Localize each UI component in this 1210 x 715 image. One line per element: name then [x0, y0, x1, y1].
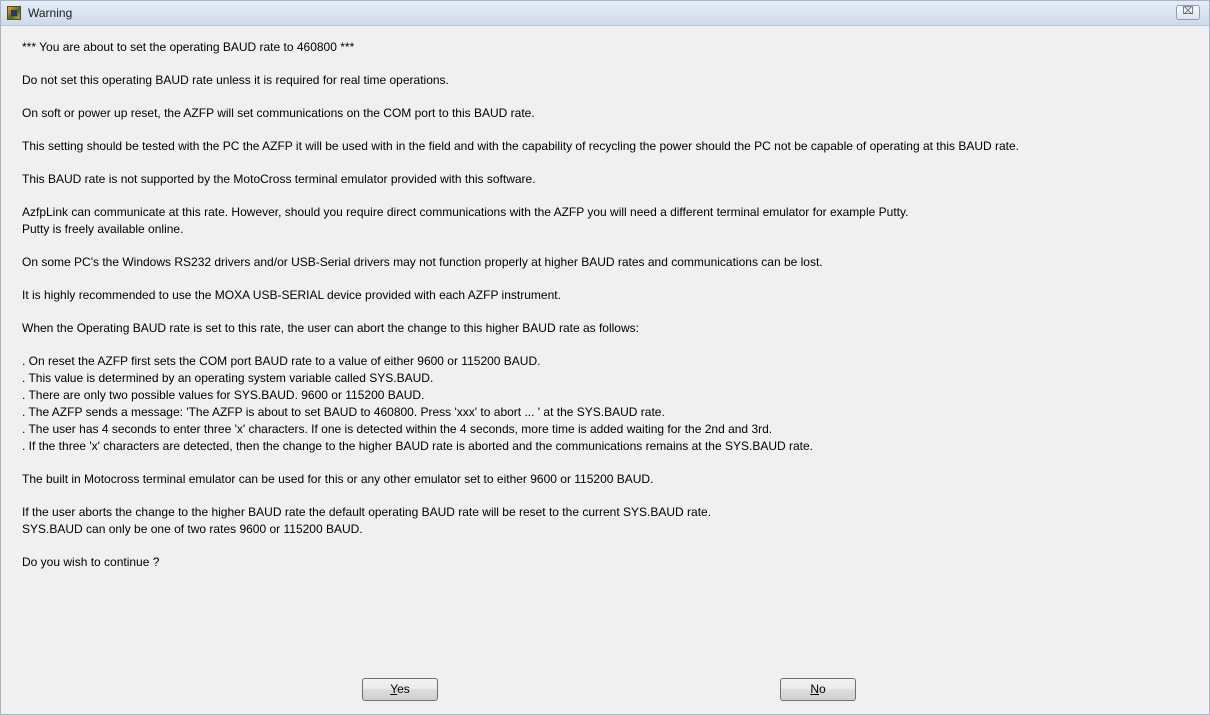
- no-button[interactable]: No: [780, 678, 856, 701]
- abort-steps-list: . On reset the AZFP first sets the COM p…: [22, 353, 1202, 455]
- list-item: . The user has 4 seconds to enter three …: [22, 422, 773, 436]
- yes-button[interactable]: Yes: [362, 678, 438, 701]
- list-item: . If the three 'x' characters are detect…: [22, 439, 814, 453]
- message-body: *** You are about to set the operating B…: [22, 39, 1202, 571]
- app-icon: [7, 6, 21, 20]
- no-mnemonic: N: [810, 682, 819, 696]
- list-item: . This value is determined by an operati…: [22, 371, 434, 385]
- title-bar[interactable]: Warning ⌧: [1, 1, 1209, 26]
- warning-dialog: Warning ⌧ *** You are about to set the o…: [0, 0, 1210, 715]
- message-paragraph: If the user aborts the change to the hig…: [22, 504, 1202, 538]
- list-item: . There are only two possible values for…: [22, 388, 425, 402]
- message-line: If the user aborts the change to the hig…: [22, 505, 712, 519]
- message-paragraph: AzfpLink can communicate at this rate. H…: [22, 204, 1202, 238]
- list-item: . The AZFP sends a message: 'The AZFP is…: [22, 405, 665, 419]
- message-line: AzfpLink can communicate at this rate. H…: [22, 205, 909, 219]
- message-line: SYS.BAUD can only be one of two rates 96…: [22, 522, 363, 536]
- message-line: This BAUD rate is not supported by the M…: [22, 172, 536, 186]
- confirm-question: Do you wish to continue ?: [22, 555, 160, 569]
- message-line: It is highly recommended to use the MOXA…: [22, 288, 561, 302]
- list-item: . On reset the AZFP first sets the COM p…: [22, 354, 541, 368]
- message-line: Do not set this operating BAUD rate unle…: [22, 73, 449, 87]
- yes-label: es: [397, 682, 410, 696]
- window-title: Warning: [28, 6, 73, 20]
- message-line: *** You are about to set the operating B…: [22, 40, 355, 54]
- message-line: When the Operating BAUD rate is set to t…: [22, 321, 639, 335]
- close-button[interactable]: ⌧: [1176, 5, 1200, 20]
- message-line: On soft or power up reset, the AZFP will…: [22, 106, 535, 120]
- close-icon: ⌧: [1182, 6, 1194, 17]
- message-line: This setting should be tested with the P…: [22, 139, 1020, 153]
- message-line: The built in Motocross terminal emulator…: [22, 472, 654, 486]
- message-line: On some PC's the Windows RS232 drivers a…: [22, 255, 823, 269]
- no-label: o: [818, 682, 826, 696]
- message-line: Putty is freely available online.: [22, 222, 184, 236]
